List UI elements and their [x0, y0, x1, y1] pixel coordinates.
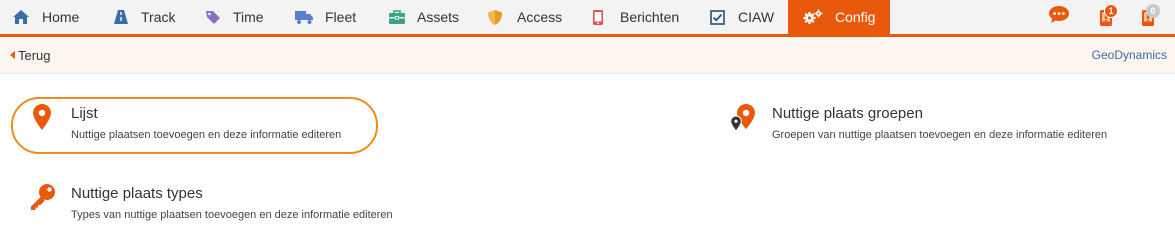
alerts-count-badge-grey: 0 [1146, 4, 1160, 18]
nav-label-home: Home [42, 9, 80, 25]
nav-item-home[interactable]: Home [12, 0, 79, 34]
sub-toolbar: Terug GeoDynamics [0, 37, 1175, 74]
cogs-icon [803, 9, 823, 25]
toolbox-icon [388, 9, 406, 25]
nav-label-time: Time [233, 9, 264, 25]
nav-label-track: Track [141, 9, 176, 25]
back-label: Terug [18, 47, 51, 63]
card-desc-groepen: Groepen van nuttige plaatsen toevoegen e… [772, 129, 1108, 141]
card-desc-lijst: Nuttige plaatsen toevoegen en deze infor… [71, 129, 342, 141]
chat-button[interactable] [1046, 0, 1072, 34]
caret-left-icon [10, 51, 15, 59]
nav-label-ciaw: CIAW [738, 9, 775, 25]
checkbox-icon [710, 9, 725, 25]
mobile-icon [592, 9, 604, 26]
nav-item-time[interactable]: Time [205, 0, 264, 34]
card-nuttige-plaats-groepen[interactable]: Nuttige plaats groepen Groepen van nutti… [725, 100, 1155, 150]
chat-icon [1048, 5, 1070, 29]
shield-icon [487, 9, 503, 26]
nav-item-track[interactable]: Track [113, 0, 175, 34]
nav-label-assets: Assets [417, 9, 460, 25]
nav-item-access[interactable]: Access [487, 0, 562, 34]
alerts-count-badge-orange: 1 [1104, 4, 1118, 18]
card-title-types: Nuttige plaats types [71, 185, 203, 202]
top-navigation-bar: Home Track Time Fleet Assets Access Beri… [0, 0, 1175, 37]
home-icon [12, 9, 30, 25]
card-nuttige-plaats-types[interactable]: Nuttige plaats types Types van nuttige p… [24, 180, 444, 230]
card-lijst[interactable]: Lijst Nuttige plaatsen toevoegen en deze… [24, 100, 374, 150]
card-desc-types: Types van nuttige plaatsen toevoegen en … [71, 209, 393, 221]
nav-label-access: Access [517, 9, 563, 25]
nav-item-fleet[interactable]: Fleet [294, 0, 356, 34]
road-icon [113, 9, 129, 25]
nav-item-config[interactable]: Config [788, 0, 890, 34]
tag-icon [205, 9, 221, 25]
alerts-button-grey[interactable]: 0 [1132, 0, 1164, 34]
card-title-groepen: Nuttige plaats groepen [772, 105, 923, 122]
nav-label-fleet: Fleet [325, 9, 357, 25]
alerts-button-orange[interactable]: 1 [1090, 0, 1122, 34]
nav-item-assets[interactable]: Assets [388, 0, 459, 34]
map-marker-icon [32, 103, 52, 136]
nav-item-ciaw[interactable]: CIAW [710, 0, 774, 34]
nav-item-berichten[interactable]: Berichten [592, 0, 679, 34]
company-link[interactable]: GeoDynamics [1092, 37, 1167, 73]
nav-label-config: Config [835, 9, 876, 25]
nav-label-berichten: Berichten [620, 9, 680, 25]
truck-icon [294, 9, 314, 25]
map-markers-icon [729, 103, 757, 138]
key-icon [28, 182, 58, 217]
card-title-lijst: Lijst [71, 105, 98, 122]
back-button[interactable]: Terug [10, 37, 51, 73]
